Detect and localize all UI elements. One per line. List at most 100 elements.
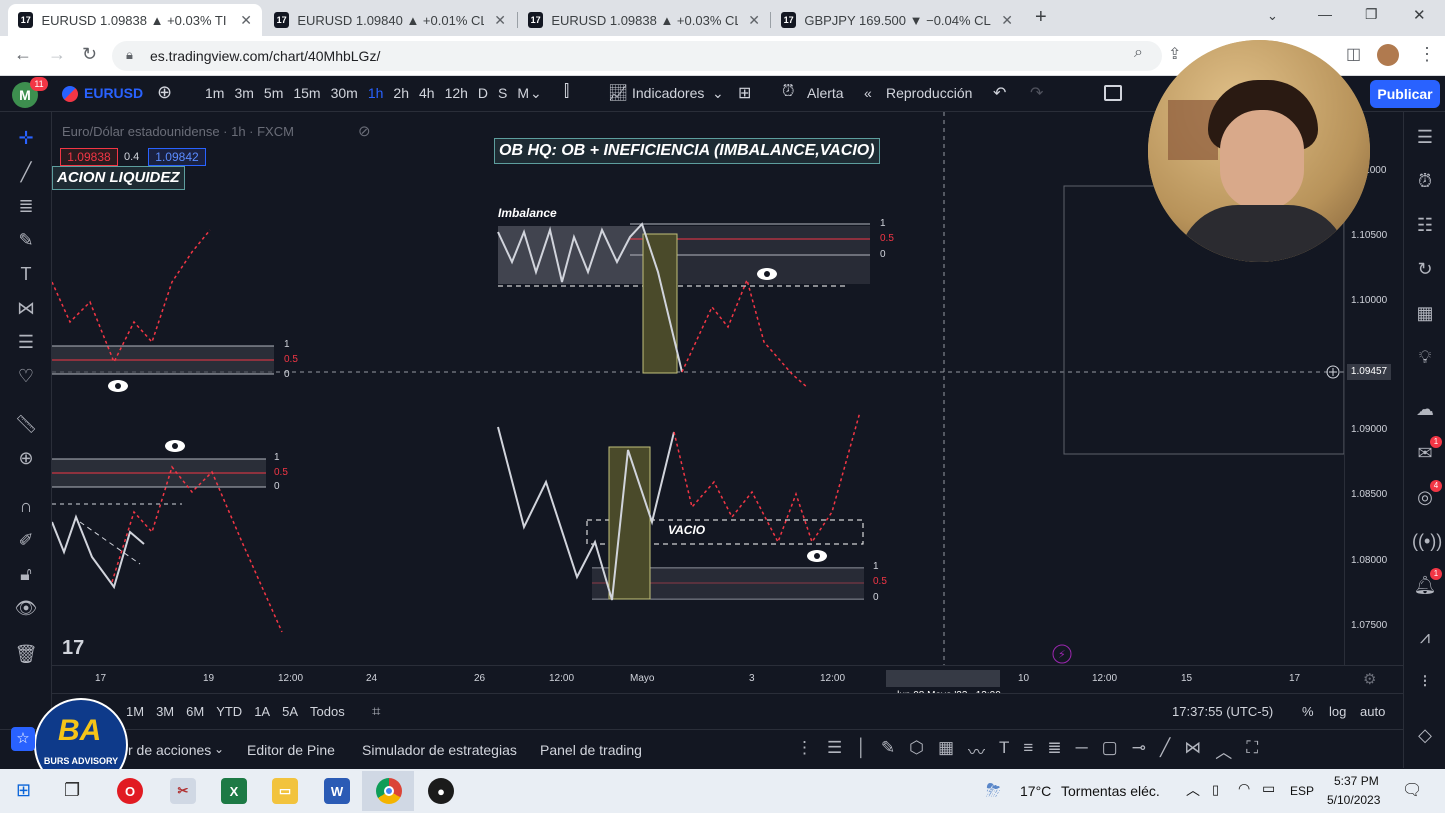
favorite-star-icon[interactable]: ☆ [11,727,35,751]
interval-button[interactable]: 5m [259,85,288,103]
chrome-icon[interactable] [376,778,402,804]
interval-button[interactable]: S [493,85,512,103]
forward-icon[interactable]: → [48,44,66,65]
interval-button[interactable]: D [473,85,493,103]
stay-drawing-icon[interactable]: ✐ [14,528,38,552]
indicators-button[interactable]: Indicadores [632,85,704,101]
hide-eye-icon[interactable]: ⊘ [358,122,371,140]
trend-line-icon[interactable]: ╱ [1160,738,1170,763]
browser-tab[interactable]: 17 EURUSD 1.09838 ▲ +0.03% CLA ✕ [518,4,770,36]
interval-button[interactable]: 2h [388,85,414,103]
templates-icon[interactable]: ⊞ [738,83,751,103]
range-button[interactable]: 1A [254,704,270,719]
crosshair-icon[interactable]: ✛ [14,126,38,150]
tab-pine-editor[interactable]: Editor de Pine [247,742,335,758]
vertical-line-icon[interactable]: │ [856,738,867,763]
snipping-tool-icon[interactable]: ✂ [170,778,196,804]
clock-time[interactable]: 5:37 PM [1334,774,1379,788]
layers-icon[interactable]: ◇ [1412,722,1438,748]
fib-icon[interactable]: ☰ [827,738,842,763]
replay-button[interactable]: Reproducción [886,85,972,101]
excel-icon[interactable]: X [221,778,247,804]
interval-button[interactable]: 4h [414,85,440,103]
brush-icon[interactable]: ✎ [881,738,895,763]
watchlist-icon[interactable]: ☰ [1412,124,1438,150]
opera-icon[interactable]: O [117,778,143,804]
task-view-icon[interactable]: ❐ [64,780,80,801]
ideas-bulb-icon[interactable]: 💡︎ [1412,344,1438,370]
grid-icon[interactable]: ▦ [938,738,954,763]
chevron-down-icon[interactable]: ⌄ [214,742,224,756]
close-icon[interactable]: ✕ [240,12,252,29]
alert-button[interactable]: Alerta [807,85,844,101]
interval-button[interactable]: 15m [288,85,325,103]
favorites-heart-icon[interactable]: ♡ [14,364,38,388]
range-button[interactable]: 1M [126,704,144,719]
clock-date[interactable]: 5/10/2023 [1327,793,1380,807]
timezone-clock[interactable]: 17:37:55 (UTC-5) [1172,704,1273,719]
file-explorer-icon[interactable]: ▭ [272,778,298,804]
browser-tab[interactable]: 17 GBPJPY 169.500 ▼ −0.04% CLAS ✕ [771,4,1023,36]
profile-avatar[interactable] [1377,44,1399,66]
chevron-down-icon[interactable]: ⌄ [530,85,542,102]
range-button[interactable]: 3M [156,704,174,719]
data-window-icon[interactable]: ↻ [1412,256,1438,282]
url-input[interactable]: 🔒︎ es.tradingview.com/chart/40MhbLGz/ [112,41,1162,71]
horizontal-ray-icon[interactable]: ⊸ [1132,738,1146,763]
brush-icon[interactable]: ✎ [14,228,38,252]
browser-tab[interactable]: 17 EURUSD 1.09838 ▲ +0.03% TI ✕ [8,4,262,36]
text-icon[interactable]: T [999,738,1009,763]
chevron-down-icon[interactable]: ⌄ [712,85,724,102]
sell-button[interactable]: 1.09838 [60,148,118,166]
range-button[interactable]: YTD [216,704,242,719]
candles-icon[interactable]: ⫿ [564,83,569,101]
language-indicator[interactable]: ESP [1290,784,1314,798]
layout-icon[interactable] [1104,85,1122,101]
horizontal-line-icon[interactable]: ─ [1076,738,1088,763]
menu-icon[interactable]: ⋮ [1418,44,1436,65]
compare-add-icon[interactable]: ⊕ [157,82,172,103]
zoom-icon[interactable]: ⌕ [1134,44,1143,62]
calendar-icon[interactable]: ▦ [1412,300,1438,326]
auto-toggle[interactable]: auto [1360,704,1385,719]
weather-description[interactable]: Tormentas eléc. [1061,783,1160,799]
interval-button[interactable]: 30m [326,85,363,103]
back-icon[interactable]: ← [14,44,32,65]
browser-tab[interactable]: 17 EURUSD 1.09840 ▲ +0.01% CLA ✕ [264,4,516,36]
alerts-clock-icon[interactable]: ⏰︎ [1412,168,1438,194]
prediction-icon[interactable]: ☰ [14,330,38,354]
goto-date-icon[interactable]: ⌗ [372,703,380,720]
close-icon[interactable]: ✕ [748,12,760,29]
device-icon[interactable]: ▯ [1212,782,1219,798]
tab-trading-panel[interactable]: Panel de trading [540,742,642,758]
lock-drawings-icon[interactable]: 🔓︎ [14,562,38,586]
minimize-icon[interactable]: — [1318,6,1332,22]
pattern-icon[interactable]: ⋈ [1184,738,1201,763]
word-icon[interactable]: W [324,778,350,804]
chevron-up-icon[interactable]: ︿ [1186,780,1200,800]
hide-drawings-icon[interactable]: 👁︎ [14,596,38,620]
tab-stock-screener[interactable]: r de acciones [128,742,211,758]
window-close-icon[interactable]: ✕ [1413,6,1426,24]
replay-icon[interactable]: « [864,85,872,101]
streams-icon[interactable]: ◎ 4 [1412,480,1442,510]
wifi-icon[interactable]: ◠ [1238,780,1250,797]
interval-button[interactable]: 1m [200,85,229,103]
weather-temperature[interactable]: 17°C [1020,783,1051,799]
fib-icon[interactable]: ≣ [14,194,38,218]
undo-icon[interactable]: ↶ [993,83,1006,103]
range-button[interactable]: Todos [310,704,345,719]
magnet-icon[interactable]: ∩ [14,494,38,518]
broadcast-icon[interactable]: ((•)) [1412,528,1442,554]
interval-button[interactable]: 1h [363,85,389,103]
close-icon[interactable]: ✕ [1001,12,1013,29]
close-icon[interactable]: ✕ [494,12,506,29]
time-scale[interactable]: 17 19 12:00 24 26 12:00 Mayo 3 12:00 lun… [52,665,1403,701]
reload-icon[interactable]: ↻ [82,44,97,65]
order-panel-icon[interactable]: ⁝ [1412,668,1438,694]
range-button[interactable]: 6M [186,704,204,719]
trend-chart-icon[interactable]: ⩘ [1412,624,1438,650]
fullscreen-icon[interactable]: ⛶ [1246,738,1258,763]
tab-search-icon[interactable]: ⌄ [1267,8,1278,24]
obs-icon[interactable]: ● [428,778,454,804]
